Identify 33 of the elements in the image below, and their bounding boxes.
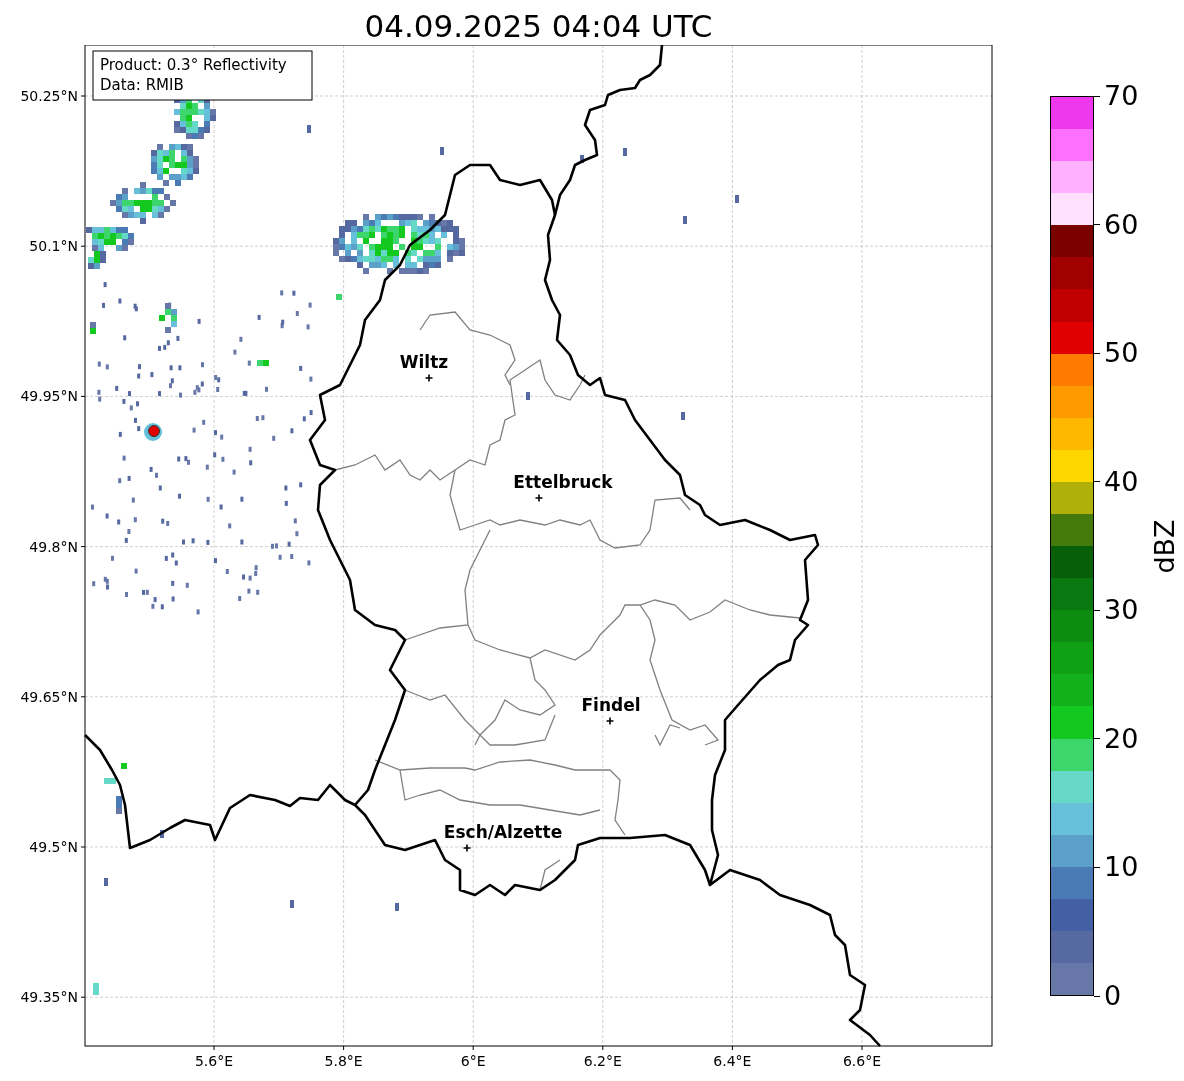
city-marker-icon <box>605 716 615 726</box>
colorbar-tick-label: 70 <box>1104 81 1139 111</box>
chart-title: 04.09.2025 04:04 UTC <box>363 7 714 45</box>
info-text: Data: RMIB <box>100 76 184 94</box>
colorbar-tick-label: 40 <box>1104 466 1139 497</box>
colorbar-tick-label: 10 <box>1104 852 1139 883</box>
colorbar-tick-label: 20 <box>1104 723 1139 754</box>
longitude-label: 5.6°E <box>194 1053 234 1069</box>
longitude-label: 6.2°E <box>583 1053 622 1069</box>
colorbar-tick-label: 0 <box>1104 981 1122 1011</box>
city-marker-icon <box>534 493 544 503</box>
latitude-label: 50.25°N <box>20 88 78 104</box>
city-label: Ettelbruck <box>513 472 613 492</box>
colorbar-tick-label: 60 <box>1104 209 1139 240</box>
latitude-label: 49.8°N <box>29 538 78 555</box>
longitude-label: 6.6°E <box>842 1053 882 1069</box>
city-label: Wiltz <box>399 352 449 372</box>
longitude-label: 6.4°E <box>713 1053 752 1069</box>
latitude-label: 50.1°N <box>29 238 78 255</box>
longitude-label: 6°E <box>460 1053 486 1069</box>
city-label: Esch/Alzette <box>443 822 563 842</box>
info-text: Product: 0.3° Reflectivity <box>100 56 287 74</box>
latitude-label: 49.95°N <box>20 388 78 405</box>
latitude-label: 49.35°N <box>20 989 78 1006</box>
colorbar-tick-label: 50 <box>1104 338 1139 369</box>
colorbar-tick-label: 30 <box>1104 595 1139 626</box>
city-label: Findel <box>581 695 641 715</box>
colorbar-label: dBZ <box>1148 518 1180 574</box>
latitude-label: 49.5°N <box>29 839 78 855</box>
city-marker-icon <box>424 373 434 383</box>
longitude-label: 5.8°E <box>324 1053 363 1069</box>
city-marker-icon <box>462 843 472 853</box>
latitude-label: 49.65°N <box>20 688 78 705</box>
